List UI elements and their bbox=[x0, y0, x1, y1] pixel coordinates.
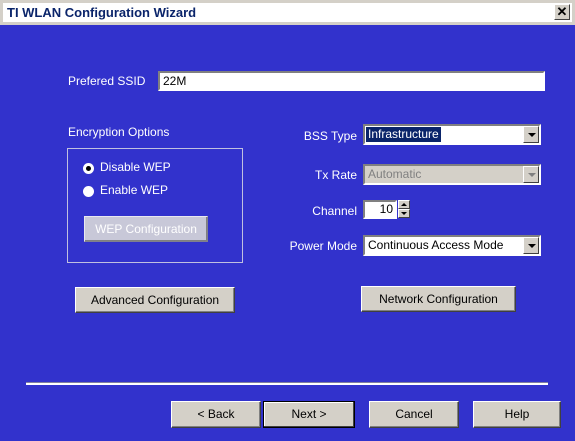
power-mode-label: Power Mode bbox=[289, 239, 357, 253]
close-button[interactable]: ✕ bbox=[554, 4, 570, 20]
window-title: TI WLAN Configuration Wizard bbox=[7, 5, 197, 20]
chevron-down-icon[interactable] bbox=[523, 126, 539, 143]
ssid-label: Prefered SSID bbox=[68, 74, 146, 88]
ssid-input[interactable] bbox=[158, 71, 545, 91]
radio-button-enable-wep[interactable] bbox=[83, 186, 94, 197]
bss-type-value: Infrastructure bbox=[366, 127, 441, 142]
network-configuration-button[interactable]: Network Configuration bbox=[361, 286, 516, 312]
encryption-groupbox: Disable WEP Enable WEP WEP Configuration bbox=[67, 148, 243, 263]
wizard-window: TI WLAN Configuration Wizard ✕ Prefered … bbox=[0, 0, 575, 441]
back-button[interactable]: < Back bbox=[171, 401, 261, 428]
tx-rate-select[interactable]: Automatic bbox=[363, 164, 541, 185]
disable-wep-label: Disable WEP bbox=[100, 160, 171, 174]
chevron-down-icon[interactable] bbox=[523, 166, 539, 183]
spin-up-icon[interactable] bbox=[398, 200, 410, 209]
cancel-button[interactable]: Cancel bbox=[369, 401, 459, 428]
wizard-client-area: Prefered SSID Encryption Options Disable… bbox=[0, 25, 575, 441]
enable-wep-label: Enable WEP bbox=[100, 183, 169, 197]
tx-rate-value: Automatic bbox=[368, 167, 422, 181]
bss-type-select[interactable]: Infrastructure bbox=[363, 124, 541, 145]
advanced-configuration-button[interactable]: Advanced Configuration bbox=[75, 287, 235, 313]
channel-stepper[interactable] bbox=[398, 200, 410, 218]
channel-label: Channel bbox=[312, 204, 357, 218]
wep-configuration-button[interactable]: WEP Configuration bbox=[84, 216, 208, 242]
radio-button-disable-wep[interactable] bbox=[83, 163, 94, 174]
power-mode-select[interactable]: Continuous Access Mode bbox=[363, 235, 541, 256]
bss-type-label: BSS Type bbox=[303, 129, 357, 143]
tx-rate-label: Tx Rate bbox=[314, 168, 357, 182]
separator-line bbox=[26, 382, 548, 385]
power-mode-value: Continuous Access Mode bbox=[368, 238, 504, 252]
title-bar[interactable]: TI WLAN Configuration Wizard ✕ bbox=[0, 0, 575, 25]
channel-input[interactable]: 10 bbox=[363, 200, 397, 219]
chevron-down-icon[interactable] bbox=[523, 237, 539, 254]
spin-down-icon[interactable] bbox=[398, 209, 410, 218]
next-button[interactable]: Next > bbox=[263, 401, 355, 428]
encryption-options-label: Encryption Options bbox=[68, 125, 170, 139]
help-button[interactable]: Help bbox=[473, 401, 561, 428]
close-icon: ✕ bbox=[556, 4, 568, 19]
